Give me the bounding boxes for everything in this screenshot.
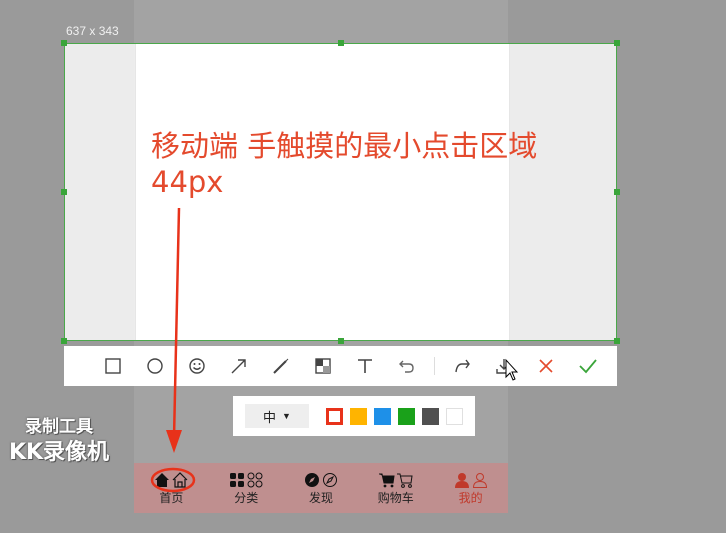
undo-tool[interactable] (386, 346, 428, 386)
resize-handle-tl[interactable] (61, 40, 67, 46)
selection-dimensions: 637 x 343 (66, 24, 119, 38)
resize-handle-br[interactable] (614, 338, 620, 344)
ellipse-icon (147, 358, 163, 374)
text-options-panel: 中 ▼ (233, 396, 475, 436)
tab-discover[interactable]: 发现 (284, 463, 359, 513)
discover-icon (304, 472, 319, 487)
toolbar-divider (434, 357, 435, 375)
font-size-select[interactable]: 中 ▼ (245, 404, 309, 428)
bottom-tab-bar: 首页 分类 发现 购物车 我的 (134, 463, 508, 513)
annotation-line-1: 移动端 手触摸的最小点击区域 (151, 129, 538, 163)
tab-cart[interactable]: 购物车 (358, 463, 433, 513)
home-icon (155, 472, 170, 487)
color-swatch-green[interactable] (398, 407, 415, 425)
emoji-tool[interactable] (176, 346, 218, 386)
redo-tool[interactable] (441, 346, 483, 386)
resize-handle-tr[interactable] (614, 40, 620, 46)
chevron-down-icon: ▼ (282, 411, 291, 421)
rectangle-icon (105, 358, 121, 374)
undo-icon (399, 360, 414, 373)
color-swatch-yellow[interactable] (350, 407, 367, 425)
home-outline-icon (172, 471, 188, 488)
download-icon (496, 359, 512, 374)
recorder-watermark: 录制工具 KK录像机 (0, 415, 118, 467)
font-size-value: 中 (263, 409, 277, 425)
text-tool[interactable] (344, 346, 386, 386)
confirm-tool[interactable] (567, 346, 609, 386)
resize-handle-mr[interactable] (614, 189, 620, 195)
text-icon (358, 359, 372, 373)
category-outline-icon (247, 472, 263, 487)
tab-home-label: 首页 (159, 490, 184, 505)
user-icon (454, 472, 469, 488)
color-swatch-red[interactable] (326, 407, 343, 425)
color-swatch-white[interactable] (446, 407, 463, 425)
cart-outline-icon (396, 473, 413, 488)
discover-outline-icon (322, 472, 337, 487)
ellipse-tool[interactable] (134, 346, 176, 386)
annotation-line-2: 44px (151, 165, 224, 199)
resize-handle-bl[interactable] (61, 338, 67, 344)
download-tool[interactable] (483, 346, 525, 386)
color-swatch-gray[interactable] (422, 407, 439, 425)
confirm-icon (579, 359, 597, 374)
rectangle-tool[interactable] (92, 346, 134, 386)
annotation-toolbar (64, 346, 617, 386)
resize-handle-tc[interactable] (338, 40, 344, 46)
category-icon (230, 472, 245, 487)
cancel-tool[interactable] (525, 346, 567, 386)
tab-mine-label: 我的 (458, 490, 483, 505)
resize-handle-ml[interactable] (61, 189, 67, 195)
resize-handle-bc[interactable] (338, 338, 344, 344)
annotation-text[interactable]: 移动端 手触摸的最小点击区域 44px (151, 128, 537, 200)
color-swatch-blue[interactable] (374, 407, 391, 425)
mosaic-tool[interactable] (302, 346, 344, 386)
pen-tool[interactable] (260, 346, 302, 386)
tab-category-label: 分类 (234, 490, 259, 505)
tab-category[interactable]: 分类 (209, 463, 284, 513)
watermark-line-2: KK录像机 (8, 440, 110, 465)
cart-icon (378, 473, 395, 487)
tab-home[interactable]: 首页 (134, 463, 209, 513)
emoji-icon (189, 358, 205, 374)
arrow-tool[interactable] (218, 346, 260, 386)
mosaic-icon (315, 358, 331, 374)
redo-icon (455, 359, 470, 373)
tab-mine[interactable]: 我的 (433, 463, 508, 513)
user-outline-icon (472, 472, 487, 488)
tab-cart-label: 购物车 (377, 490, 414, 505)
arrow-icon (231, 359, 246, 374)
cancel-icon (539, 359, 553, 373)
pen-icon (273, 358, 289, 374)
watermark-line-1: 录制工具 (25, 417, 93, 437)
tab-discover-label: 发现 (308, 490, 333, 505)
